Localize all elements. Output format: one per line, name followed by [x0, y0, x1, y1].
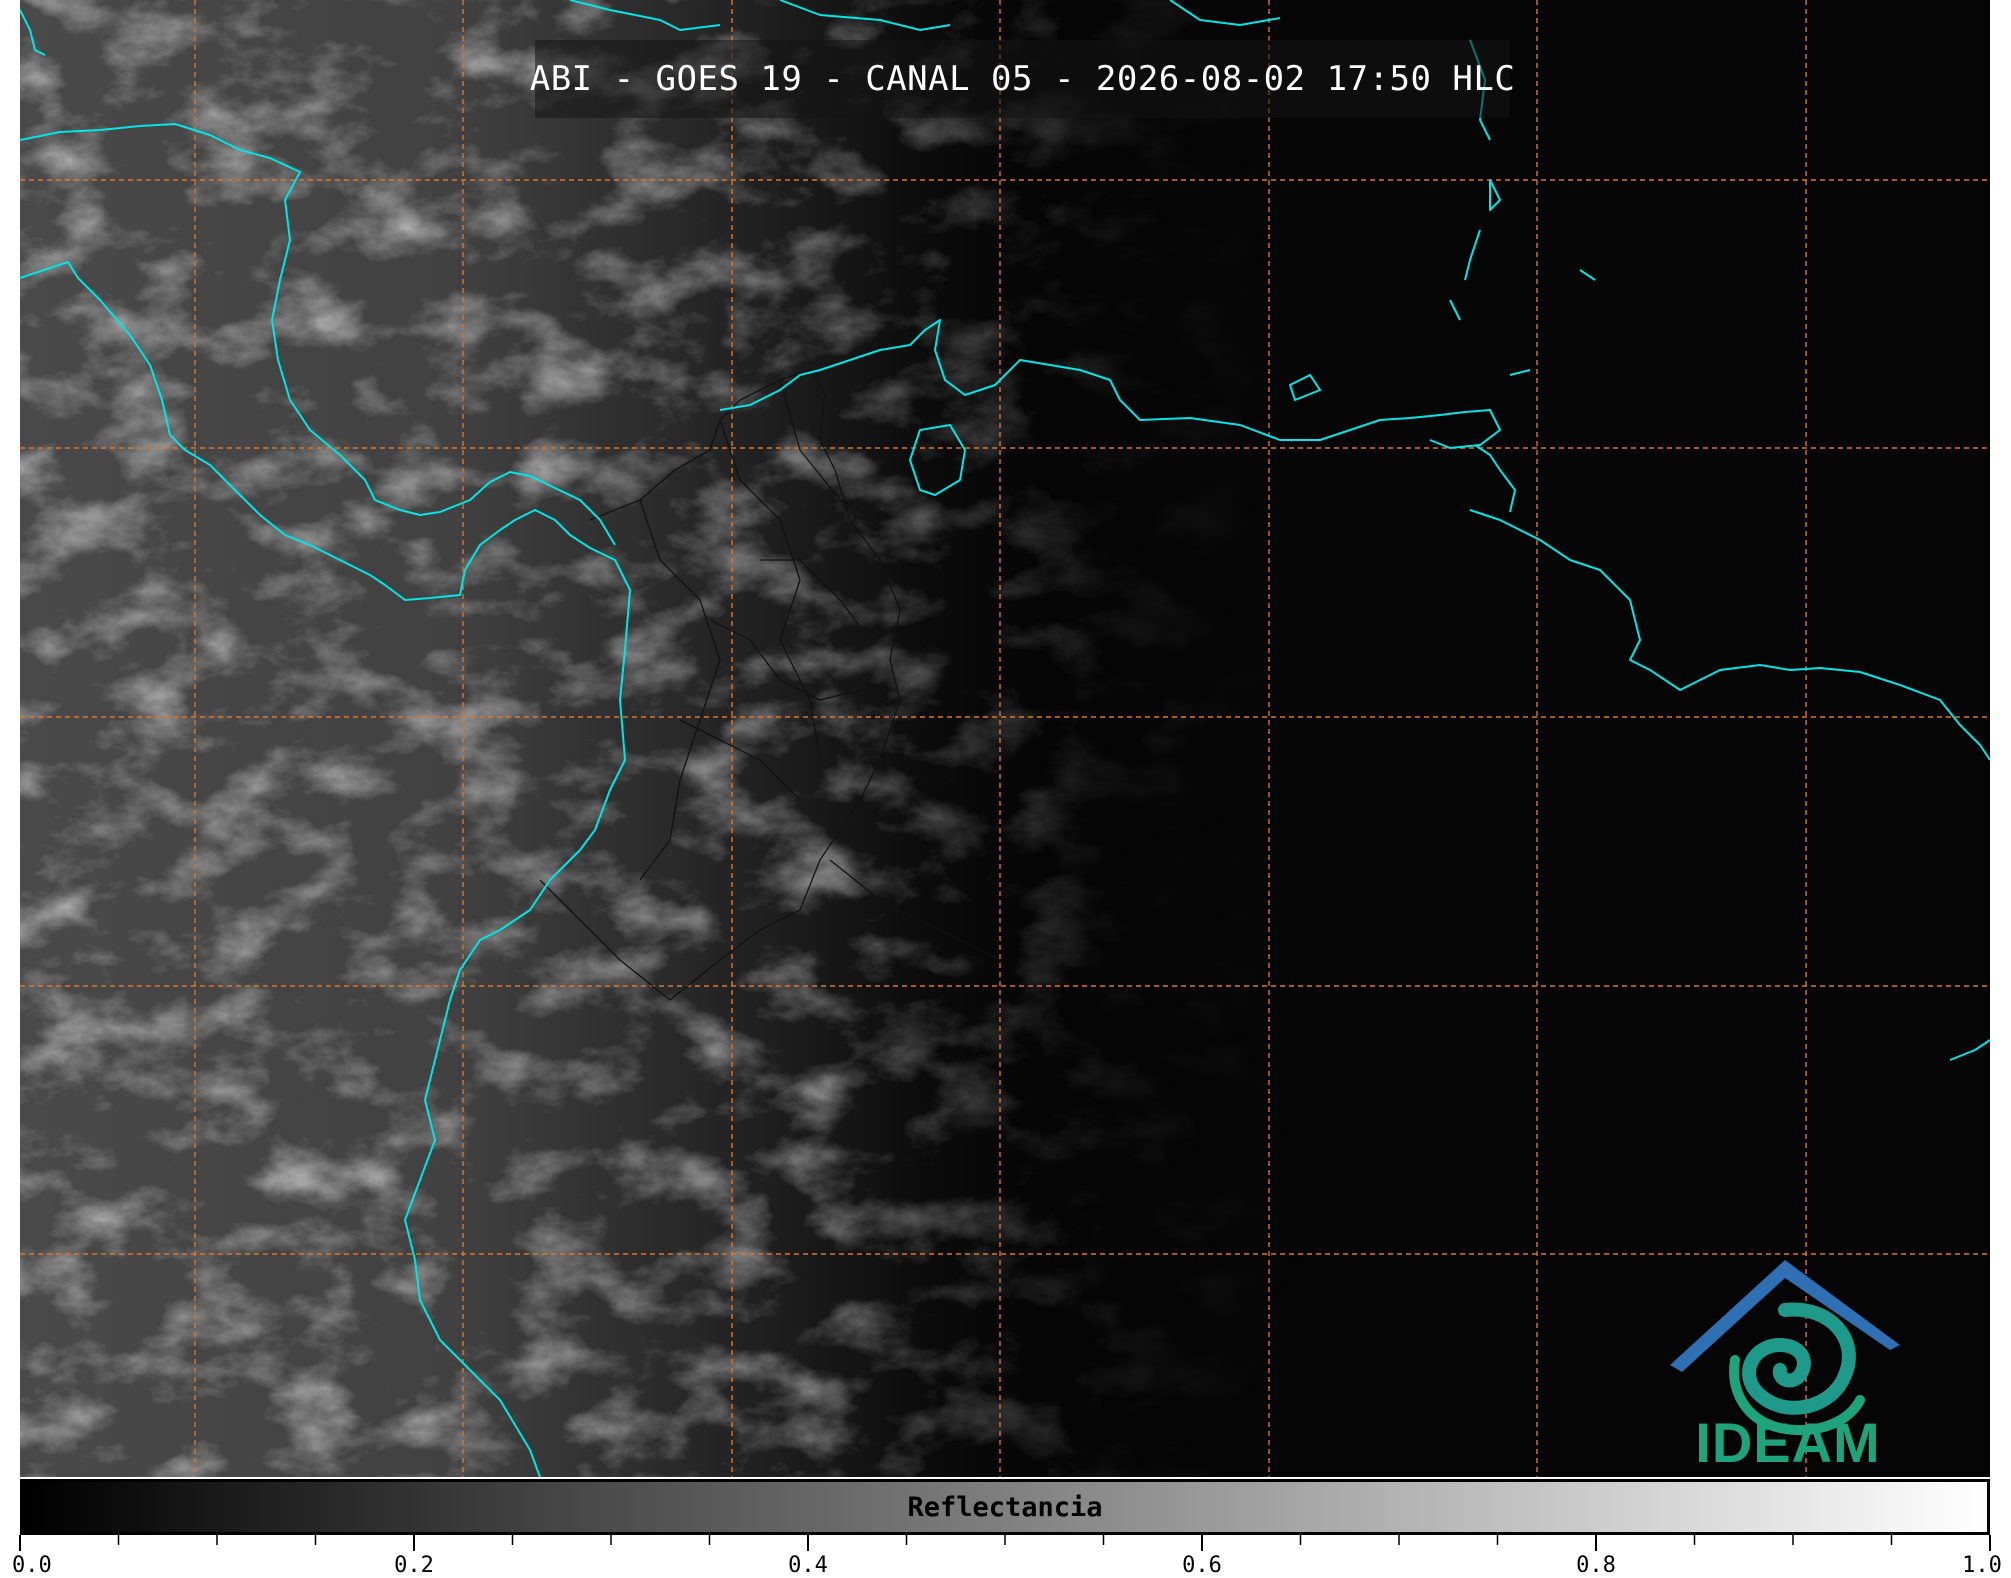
colorbar-tick-label: 1.0 [1962, 1553, 2002, 1578]
title-banner: ABI - GOES 19 - CANAL 05 - 2026-08-02 17… [530, 40, 1515, 118]
colorbar-tick-label: 0.6 [1182, 1553, 1222, 1578]
colorbar-label: Reflectancia [907, 1491, 1103, 1523]
colorbar-tick-label: 0.2 [394, 1553, 434, 1578]
satellite-map: ABI - GOES 19 - CANAL 05 - 2026-08-02 17… [20, 0, 1990, 1477]
ideam-logo-text: IDEAM [1695, 1411, 1881, 1474]
colorbar-ticks [19, 1535, 1991, 1551]
colorbar-tick-label: 0.4 [788, 1553, 828, 1578]
colorbar-tick-label: 0.0 [12, 1553, 52, 1578]
map-title: ABI - GOES 19 - CANAL 05 - 2026-08-02 17… [529, 59, 1516, 99]
colorbar-tick-label: 0.8 [1576, 1553, 1616, 1578]
reflectance-colorbar: Reflectancia [20, 1479, 1990, 1535]
